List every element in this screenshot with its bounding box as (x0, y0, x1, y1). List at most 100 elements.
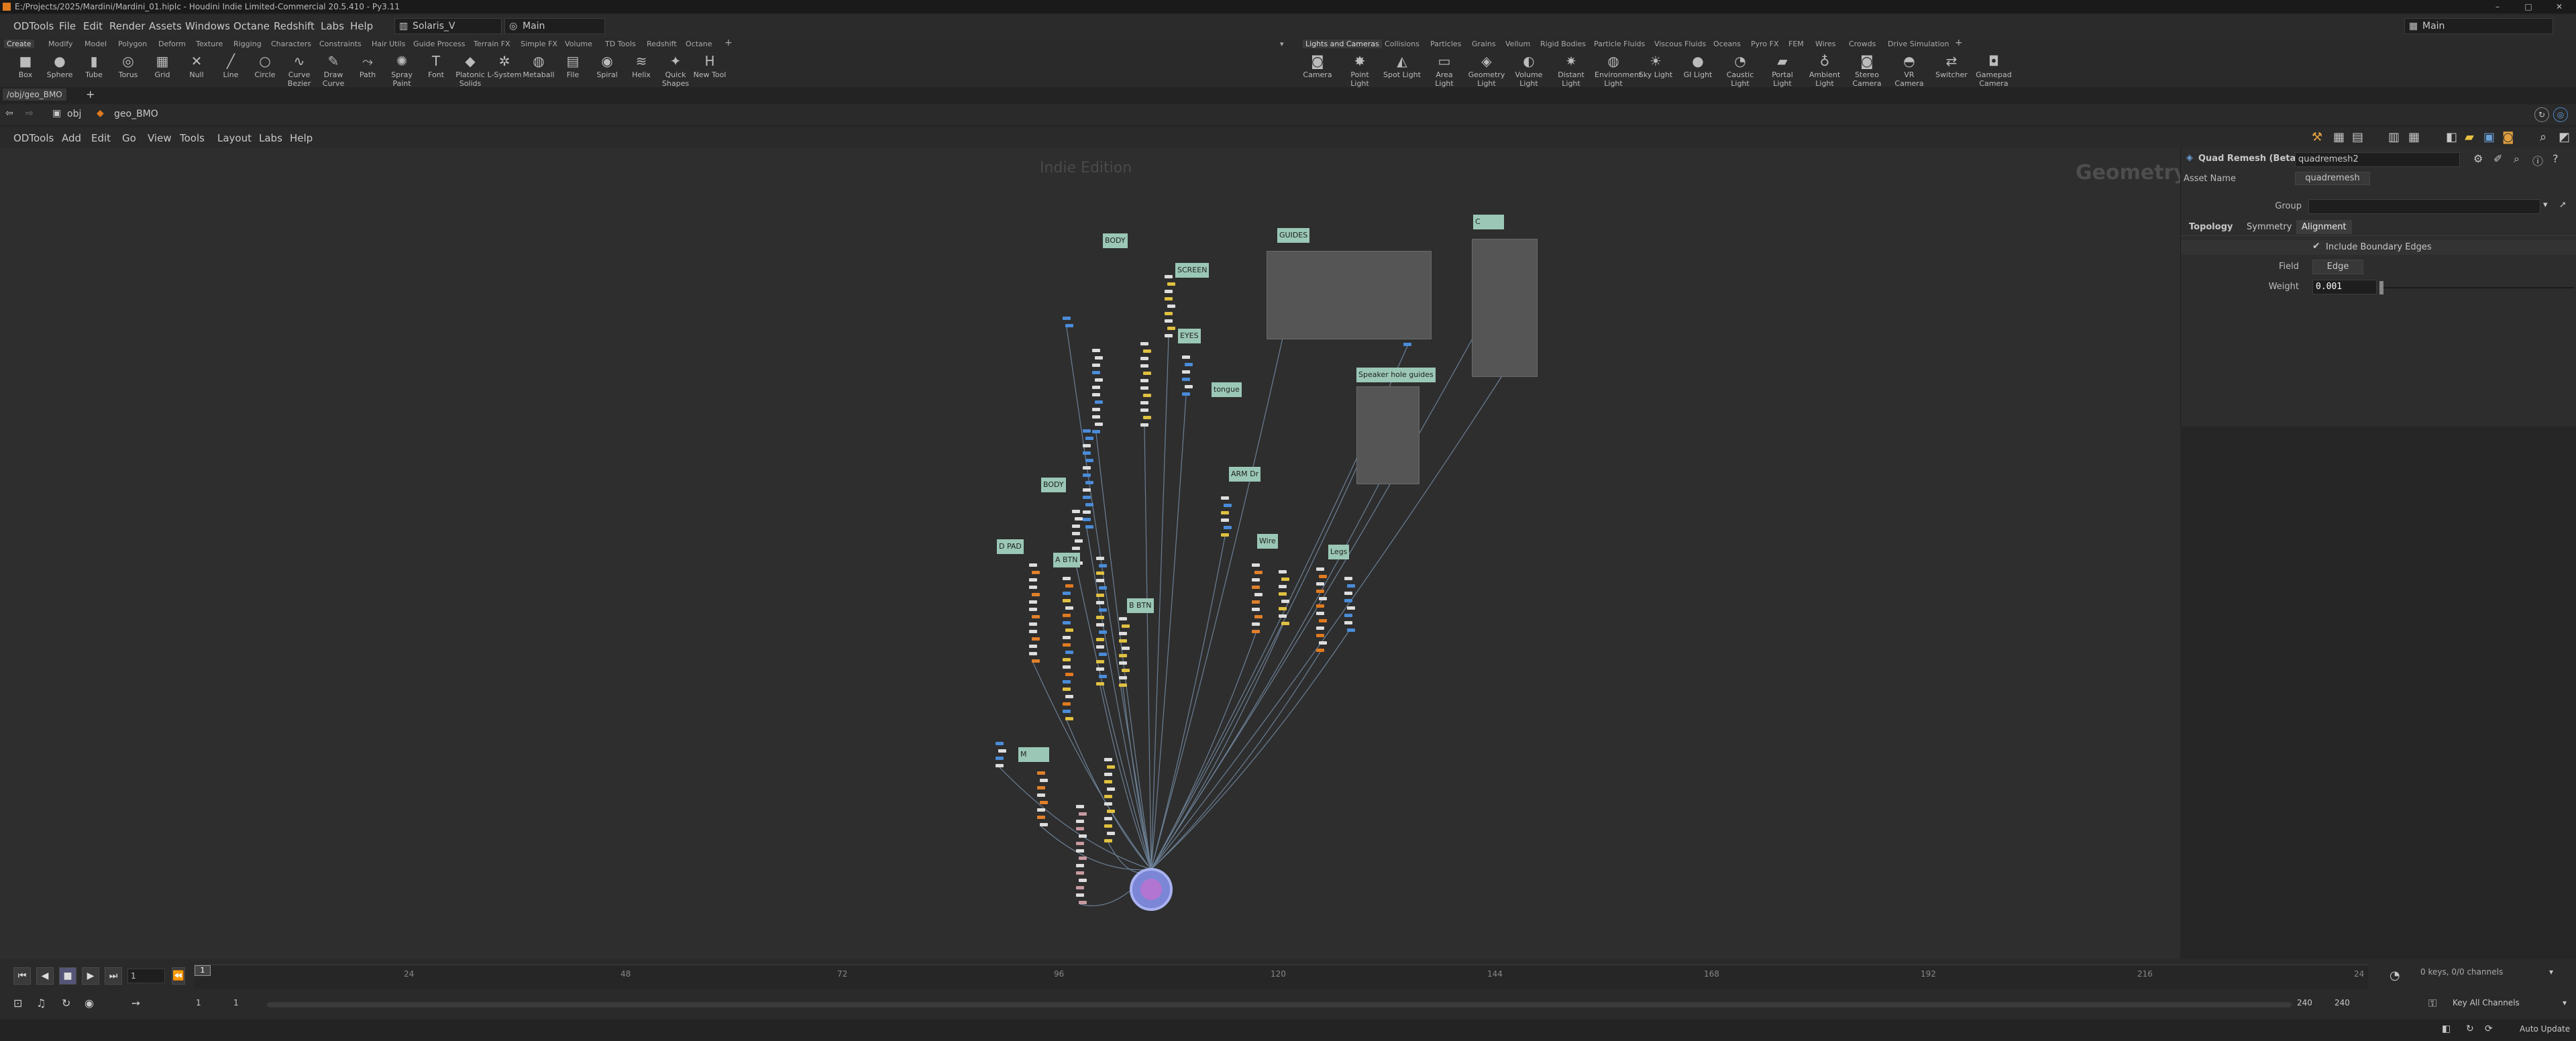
right-desktop-selector[interactable]: ▦ Main (2404, 18, 2553, 34)
sop-node[interactable] (1095, 356, 1103, 360)
tool-helix[interactable]: ≋ Helix (623, 54, 660, 79)
weight-slider-track[interactable] (2379, 287, 2574, 288)
shelf-tab-guide-process[interactable]: Guide Process (413, 40, 466, 48)
tool-spiral[interactable]: ◉ Spiral (588, 54, 626, 79)
auto-update-menu[interactable]: Auto Update (2520, 1024, 2570, 1034)
end-frame-field-2[interactable]: 240 (2334, 998, 2350, 1007)
sop-node[interactable] (1096, 616, 1104, 619)
tool-sphere[interactable]: ● Sphere (41, 54, 78, 79)
shelf-dropdown-icon[interactable]: ▾ (1280, 40, 1284, 48)
sop-node[interactable] (1092, 430, 1100, 433)
shelf-tab-particle-fluids[interactable]: Particle Fluids (1594, 40, 1645, 48)
tool-null[interactable]: ✕ Null (178, 54, 215, 79)
sop-node[interactable] (1122, 647, 1130, 650)
sop-node[interactable] (1316, 612, 1324, 615)
sop-node[interactable] (1096, 667, 1104, 671)
sop-node[interactable] (1279, 614, 1287, 618)
menu-help[interactable]: Help (350, 20, 373, 32)
stop-button[interactable]: ■ (59, 967, 76, 985)
tool-line[interactable]: ╱ Line (212, 54, 250, 79)
sop-node[interactable] (1063, 665, 1071, 669)
shelf-tab-td-tools[interactable]: TD Tools (605, 40, 636, 48)
sop-node[interactable] (1063, 577, 1071, 580)
sop-node[interactable] (1092, 415, 1100, 419)
sop-node[interactable] (1143, 349, 1151, 353)
sop-node[interactable] (1085, 503, 1093, 506)
tool-spray-paint[interactable]: ✺ Spray Paint (383, 54, 421, 88)
sop-node[interactable] (1083, 474, 1091, 477)
sop-node[interactable] (1347, 628, 1355, 632)
sop-node[interactable] (1167, 327, 1175, 330)
shelf-tab-characters[interactable]: Characters (271, 40, 311, 48)
sop-node[interactable] (1347, 584, 1355, 588)
sop-node[interactable] (1032, 593, 1040, 596)
tool-area-light[interactable]: ▭ Area Light (1426, 54, 1463, 88)
sop-node[interactable] (1119, 639, 1127, 643)
display-options-icon[interactable]: ◩ (2559, 130, 2570, 144)
sop-node[interactable] (1252, 600, 1260, 604)
shelf-tab-rigid-bodies[interactable]: Rigid Bodies (1540, 40, 1586, 48)
tool-caustic-light[interactable]: ◔ Caustic Light (1721, 54, 1759, 88)
image-icon[interactable]: ▣ (2483, 130, 2495, 144)
sop-node[interactable] (1063, 621, 1071, 624)
sop-node[interactable] (1065, 651, 1073, 654)
asset-name-menu[interactable]: quadremesh (2295, 172, 2370, 185)
sop-node[interactable] (1165, 312, 1173, 315)
tool-metaball[interactable]: ◍ Metaball (520, 54, 557, 79)
sop-node[interactable] (996, 742, 1004, 745)
sop-node[interactable] (1085, 525, 1093, 529)
shelf-tab-particles[interactable]: Particles (1430, 40, 1461, 48)
sop-node[interactable] (1099, 675, 1107, 678)
sop-node[interactable] (1063, 643, 1071, 647)
range-arrow-icon[interactable]: ➙ (131, 997, 140, 1009)
sop-node[interactable] (1104, 773, 1112, 776)
sop-node[interactable] (1065, 673, 1073, 676)
range-slider[interactable] (267, 1002, 2292, 1007)
sop-node[interactable] (1279, 592, 1287, 596)
sop-node[interactable] (1095, 423, 1103, 426)
sop-node[interactable] (1254, 593, 1263, 596)
sop-node[interactable] (1182, 355, 1190, 359)
sop-node[interactable] (1063, 710, 1071, 713)
step-back-button[interactable]: ⏪ (172, 967, 185, 985)
sop-node[interactable] (1140, 401, 1148, 404)
sop-node[interactable] (1119, 632, 1127, 635)
status-refresh-icon[interactable]: ⟳ (2485, 1024, 2493, 1034)
sop-node[interactable] (1143, 394, 1151, 397)
sop-node[interactable] (996, 757, 1004, 760)
tool-new-tool[interactable]: H New Tool (691, 54, 729, 79)
sop-node[interactable] (1076, 893, 1084, 897)
list-view-icon[interactable]: ▤ (2352, 130, 2363, 144)
tool-vr-camera[interactable]: ◓ VR Camera (1890, 54, 1928, 88)
sop-node[interactable] (1316, 649, 1324, 652)
key-channels-dropdown-icon[interactable]: ▾ (2563, 998, 2567, 1007)
sop-node[interactable] (1224, 504, 1232, 507)
shelf-tab-vellum[interactable]: Vellum (1505, 40, 1530, 48)
sop-node[interactable] (1221, 496, 1229, 500)
sop-node[interactable] (1072, 547, 1080, 550)
sop-node[interactable] (1221, 518, 1229, 522)
shelf-tab-hair-utils[interactable]: Hair Utils (372, 40, 405, 48)
sticky-note-eyes[interactable]: EYES (1178, 329, 1201, 343)
sop-node[interactable] (1119, 617, 1127, 620)
brush-icon[interactable]: ✐ (2493, 152, 2502, 165)
audio-icon[interactable]: ♫ (36, 997, 46, 1009)
info-icon[interactable]: ⓘ (2532, 152, 2543, 168)
tool-path[interactable]: ⤳ Path (349, 54, 386, 79)
shelf-tab-deform[interactable]: Deform (158, 40, 186, 48)
shelf-tab-lights-cameras[interactable]: Lights and Cameras (1303, 40, 1382, 48)
asset-icon[interactable]: ◙ (2502, 130, 2514, 144)
sop-node[interactable] (1072, 525, 1080, 528)
sop-node[interactable] (1316, 567, 1324, 571)
loop-icon[interactable]: ↻ (62, 997, 70, 1009)
sop-node[interactable] (1072, 510, 1080, 513)
sop-node[interactable] (1185, 363, 1193, 366)
network-box-speaker[interactable] (1356, 386, 1419, 484)
sop-node[interactable] (1029, 608, 1037, 611)
sticky-note-guides[interactable]: GUIDES (1277, 228, 1310, 243)
shelf-tab-drive-simulation[interactable]: Drive Simulation (1888, 40, 1949, 48)
sticky-note-c[interactable]: C (1473, 215, 1504, 229)
tool-geometry-light[interactable]: ◈ Geometry Light (1468, 54, 1505, 88)
tool-circle[interactable]: ○ Circle (246, 54, 284, 79)
sop-node[interactable] (1096, 623, 1104, 626)
